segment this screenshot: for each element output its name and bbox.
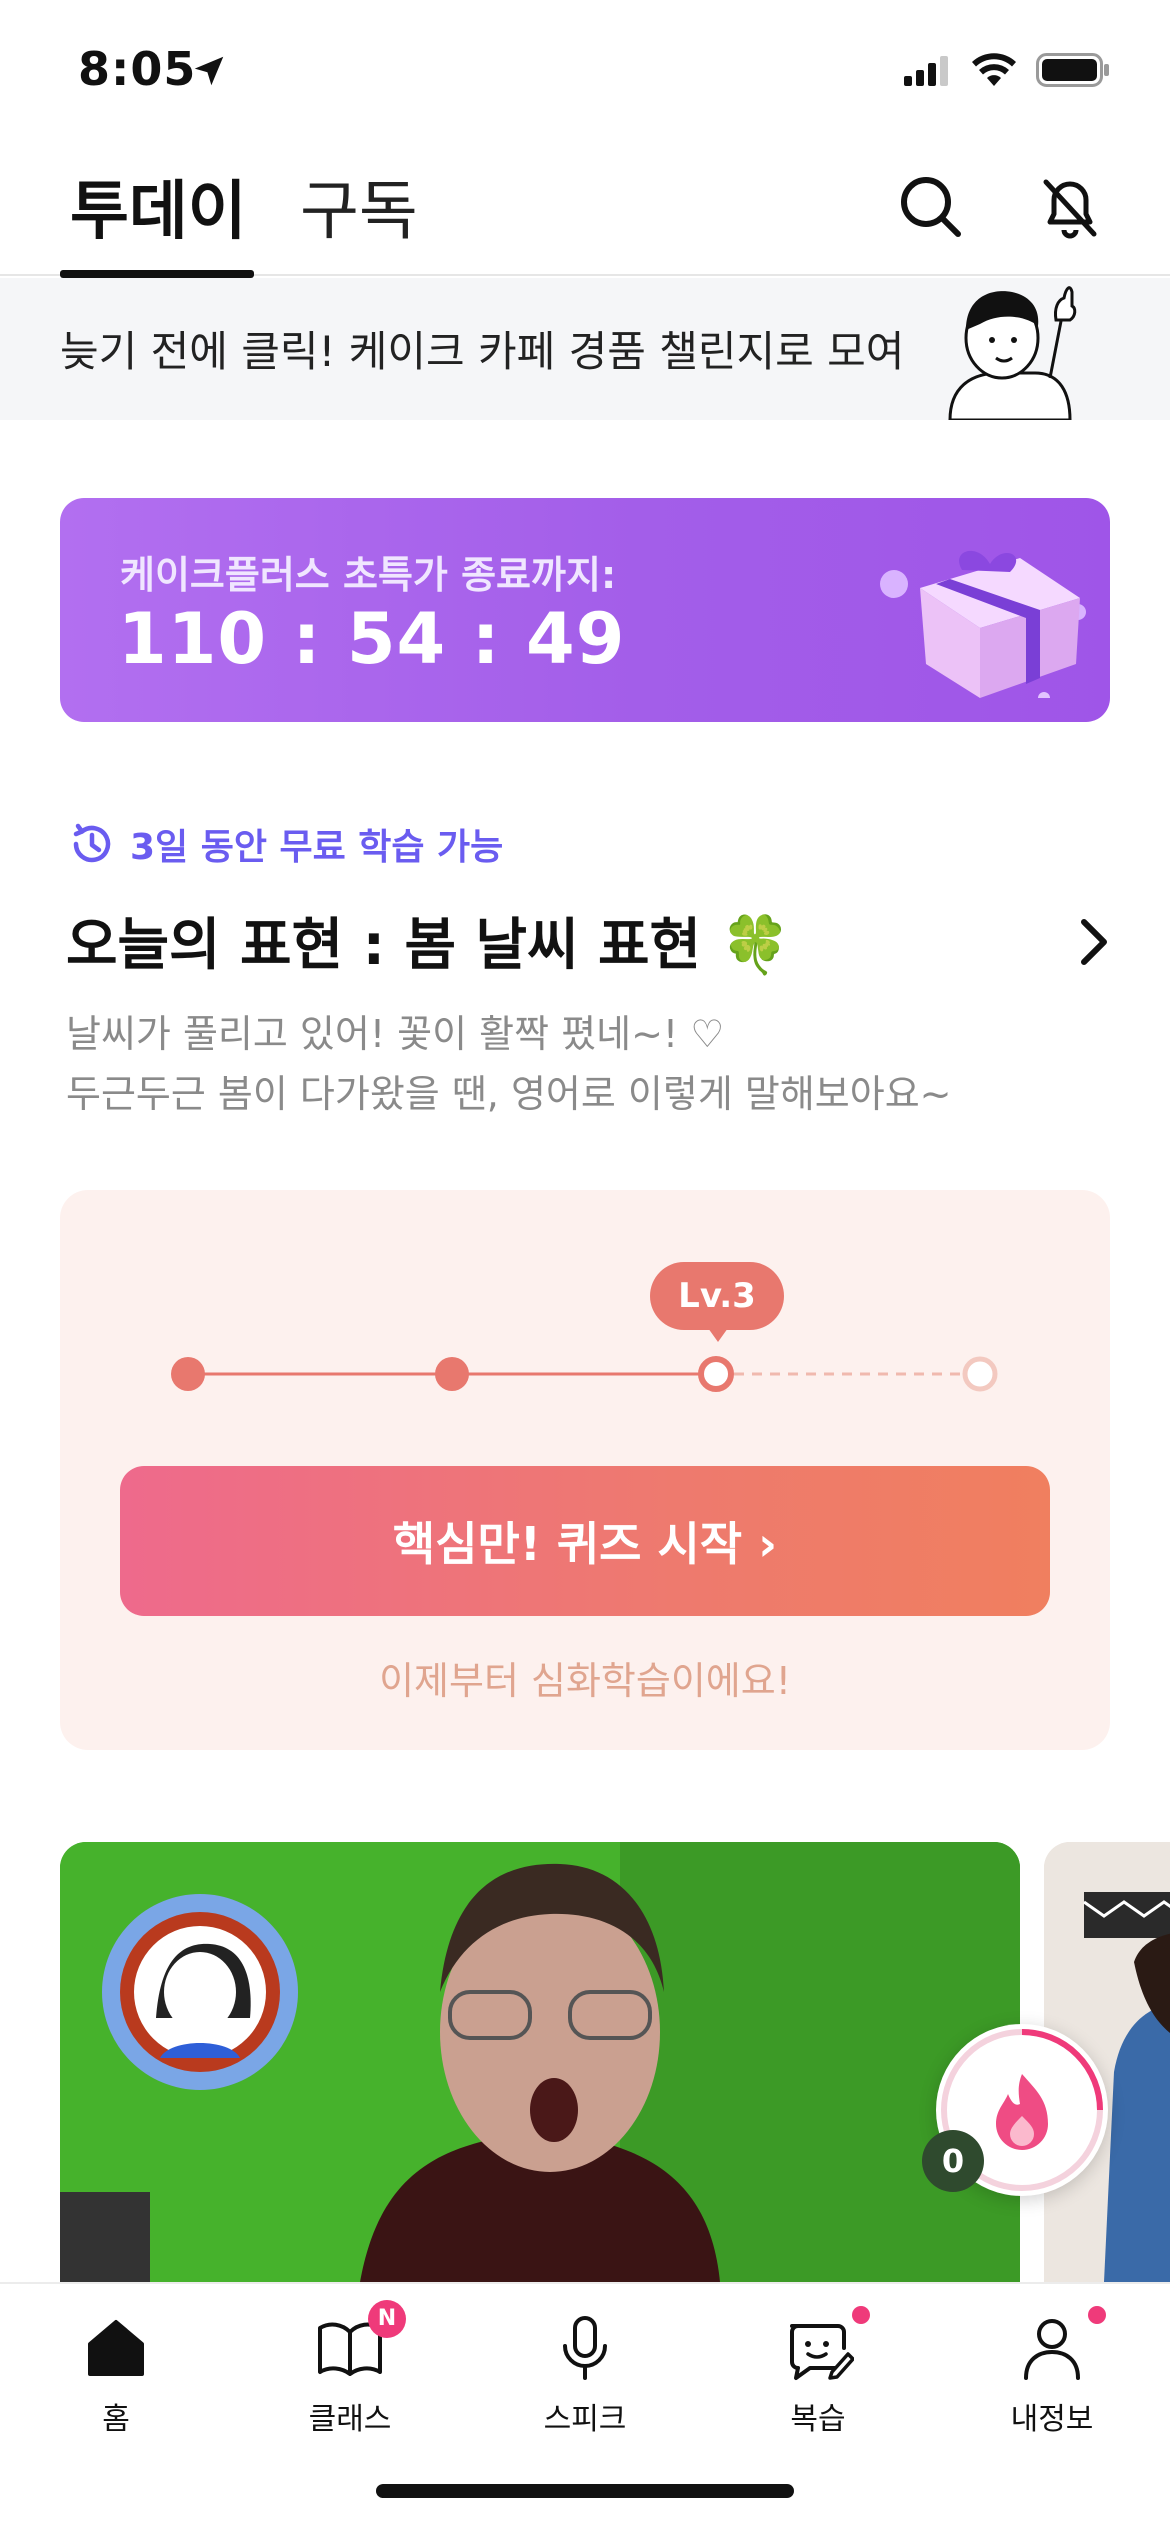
nav-label-review: 복습 [790, 2402, 846, 2437]
level-card: Lv.3 핵심만! 퀴즈 시작 › 이제부터 심화학습이에요! [60, 1190, 1110, 1750]
expression-title[interactable]: 오늘의 표현 : 봄 날씨 표현 🍀 [66, 900, 790, 981]
microphone-icon [563, 2316, 607, 2380]
tab-subscribe[interactable]: 구독 [300, 160, 418, 252]
status-bar: 8:05 [0, 0, 1170, 140]
review-notification-dot [852, 2306, 870, 2324]
nav-item-class[interactable]: 클래스 N [270, 2300, 430, 2438]
signal-icon [904, 56, 948, 86]
battery-icon [1036, 53, 1109, 87]
gift-icon [880, 550, 1086, 698]
promo-label: 케이크플러스 초특가 종료까지: [120, 553, 617, 597]
nav-label-speak: 스피크 [543, 2402, 627, 2437]
event-banner-text: 늦기 전에 클릭! 케이크 카페 경품 챌린지로 모여라 [60, 327, 900, 376]
nav-item-home[interactable]: 홈 [36, 2312, 196, 2438]
home-indicator [376, 2484, 794, 2498]
search-icon[interactable] [892, 168, 968, 244]
nav-item-profile[interactable]: 내정보 [972, 2306, 1132, 2438]
bell-off-icon[interactable] [1032, 168, 1108, 244]
video-thumbnail [60, 1842, 1020, 2282]
quiz-hint: 이제부터 심화학습이에요! [379, 1659, 791, 1703]
top-tabs: 투데이 구독 [0, 150, 1170, 278]
tab-active-indicator [60, 270, 254, 278]
level-step-1 [171, 1357, 205, 1391]
promo-timer: 110 : 54 : 49 [118, 598, 626, 680]
nav-item-speak[interactable]: 스피크 [505, 2312, 665, 2438]
tab-today[interactable]: 투데이 [70, 160, 247, 252]
person-icon [1024, 2319, 1080, 2380]
level-step-3 [698, 1356, 734, 1392]
event-banner[interactable]: 늦기 전에 클릭! 케이크 카페 경품 챌린지로 모여라 [0, 278, 1170, 420]
expression-desc-line2: 두근두근 봄이 다가왔을 땐, 영어로 이렇게 말해보아요~ [66, 1072, 952, 1116]
streak-count: 0 [922, 2130, 984, 2192]
level-step-2 [435, 1357, 469, 1391]
clock-icon [73, 823, 111, 863]
video-card[interactable] [60, 1842, 1020, 2282]
location-arrow-icon [194, 56, 224, 86]
nav-label-home: 홈 [102, 2402, 130, 2437]
wifi-icon [972, 53, 1016, 86]
review-icon [790, 2324, 854, 2380]
free-learning-text: 3일 동안 무료 학습 가능 [130, 827, 504, 868]
expression-description: 날씨가 풀리고 있어! 꽃이 활짝 폈네~! ♡ 두근두근 봄이 다가왔을 땐,… [66, 1004, 952, 1124]
level-step-4 [962, 1356, 998, 1392]
promo-card[interactable]: 케이크플러스 초특가 종료까지: 110 : 54 : 49 [60, 498, 1110, 722]
quiz-start-button[interactable]: 핵심만! 퀴즈 시작 › [120, 1466, 1050, 1616]
new-badge: N [368, 2300, 406, 2338]
character-pointing-icon [948, 286, 1077, 420]
expression-desc-line1: 날씨가 풀리고 있어! 꽃이 활짝 폈네~! ♡ [66, 1012, 725, 1056]
chevron-right-icon[interactable] [1074, 914, 1114, 970]
nav-item-review[interactable]: 복습 [738, 2306, 898, 2438]
nav-label-class: 클래스 [308, 2402, 392, 2437]
home-icon [88, 2320, 144, 2376]
profile-notification-dot [1088, 2306, 1106, 2324]
status-icons [904, 52, 1112, 88]
free-learning-row: 3일 동안 무료 학습 가능 [68, 818, 503, 870]
nav-label-profile: 내정보 [1010, 2402, 1094, 2437]
status-time: 8:05 [78, 42, 197, 96]
level-badge: Lv.3 [650, 1262, 784, 1342]
